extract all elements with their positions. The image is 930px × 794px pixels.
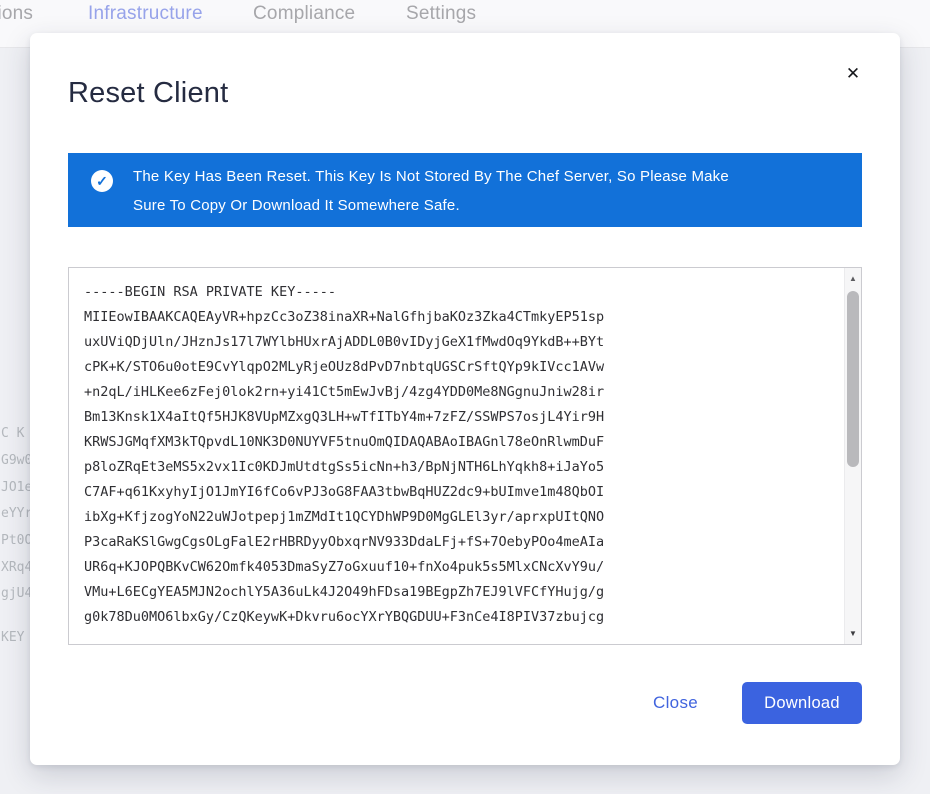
close-icon[interactable]: ✕ [842, 63, 864, 85]
scrollbar-down-icon[interactable]: ▼ [845, 629, 861, 638]
background-text-fragment: KEY [1, 630, 24, 645]
scrollbar-up-icon[interactable]: ▲ [845, 274, 861, 283]
scrollbar-thumb[interactable] [847, 291, 859, 467]
background-text-fragment: JO1e [1, 480, 32, 495]
success-banner: ✓ The Key Has Been Reset. This Key Is No… [68, 153, 862, 227]
background-text-fragment: Pt0O [1, 533, 32, 548]
background-text-fragment: XRq4 [1, 560, 32, 575]
private-key-viewer[interactable]: -----BEGIN RSA PRIVATE KEY----- MIIEowIB… [68, 267, 862, 645]
modal-footer: Close Download [653, 682, 862, 724]
download-button[interactable]: Download [742, 682, 862, 724]
nav-item-applications[interactable]: tions [0, 3, 33, 25]
banner-message: The Key Has Been Reset. This Key Is Not … [133, 162, 758, 220]
background-text-fragment: gjU4 [1, 586, 32, 601]
check-circle-icon: ✓ [91, 170, 113, 192]
background-text-fragment: G9w0 [1, 453, 32, 468]
scrollbar[interactable]: ▲ ▼ [844, 268, 861, 644]
modal-title: Reset Client [68, 77, 228, 110]
close-button[interactable]: Close [653, 693, 698, 713]
reset-client-modal: Reset Client ✕ ✓ The Key Has Been Reset.… [30, 33, 900, 765]
background-text-fragment: C K [1, 426, 24, 441]
screen: tions Infrastructure Compliance Settings… [0, 0, 930, 794]
background-text-fragment: eYYr [1, 506, 32, 521]
private-key-text: -----BEGIN RSA PRIVATE KEY----- MIIEowIB… [84, 280, 604, 630]
nav-item-infrastructure[interactable]: Infrastructure [88, 3, 203, 25]
nav-item-settings[interactable]: Settings [406, 3, 476, 25]
nav-item-compliance[interactable]: Compliance [253, 3, 355, 25]
